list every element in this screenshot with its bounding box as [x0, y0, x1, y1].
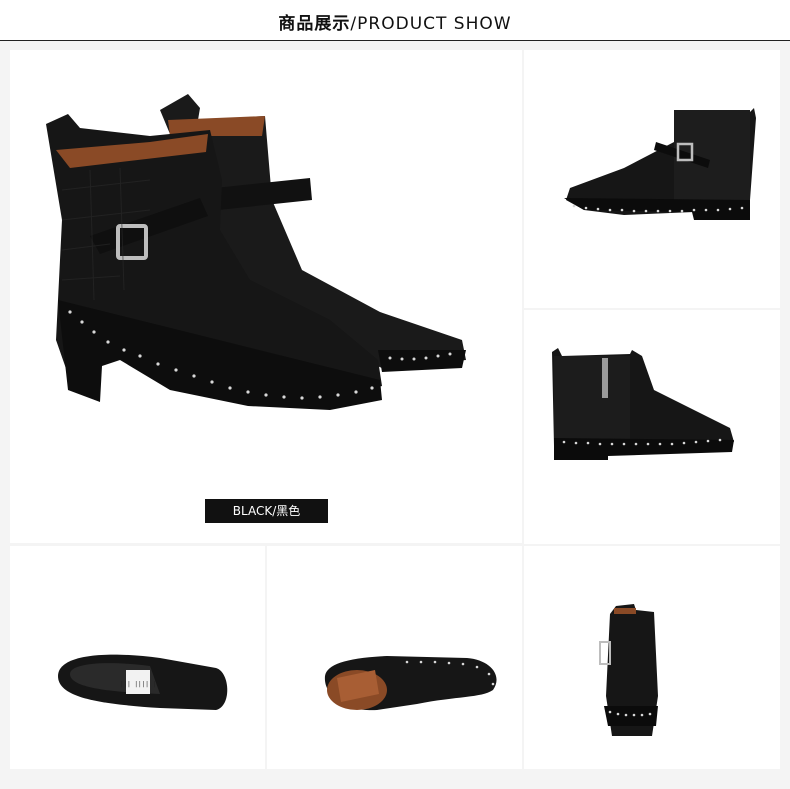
- section-title-cn: 商品展示: [278, 14, 351, 34]
- boots-pair-illustration: [46, 94, 466, 410]
- boot-inside-view-illustration: [552, 348, 734, 460]
- inside-view-image: [524, 310, 780, 544]
- sole-view-image: ||| |||| |: [10, 546, 265, 769]
- boot-side-view-illustration: [564, 108, 756, 220]
- back-view-image: [524, 546, 780, 769]
- section-header: 商品展示/PRODUCT SHOW: [0, 0, 790, 41]
- section-title: 商品展示/PRODUCT SHOW: [0, 9, 790, 34]
- boot-sole-illustration: ||| |||| |: [58, 654, 228, 710]
- side-view-image: [524, 50, 780, 308]
- sole-barcode-text: ||| |||| |: [120, 681, 156, 688]
- color-label: BLACK/黑色: [205, 499, 328, 523]
- section-title-en: PRODUCT SHOW: [357, 14, 512, 34]
- main-product-image: BLACK/黑色: [10, 50, 522, 543]
- boot-top-view-illustration: [324, 656, 497, 711]
- boot-back-view-illustration: [599, 604, 658, 736]
- top-view-image: [267, 546, 522, 769]
